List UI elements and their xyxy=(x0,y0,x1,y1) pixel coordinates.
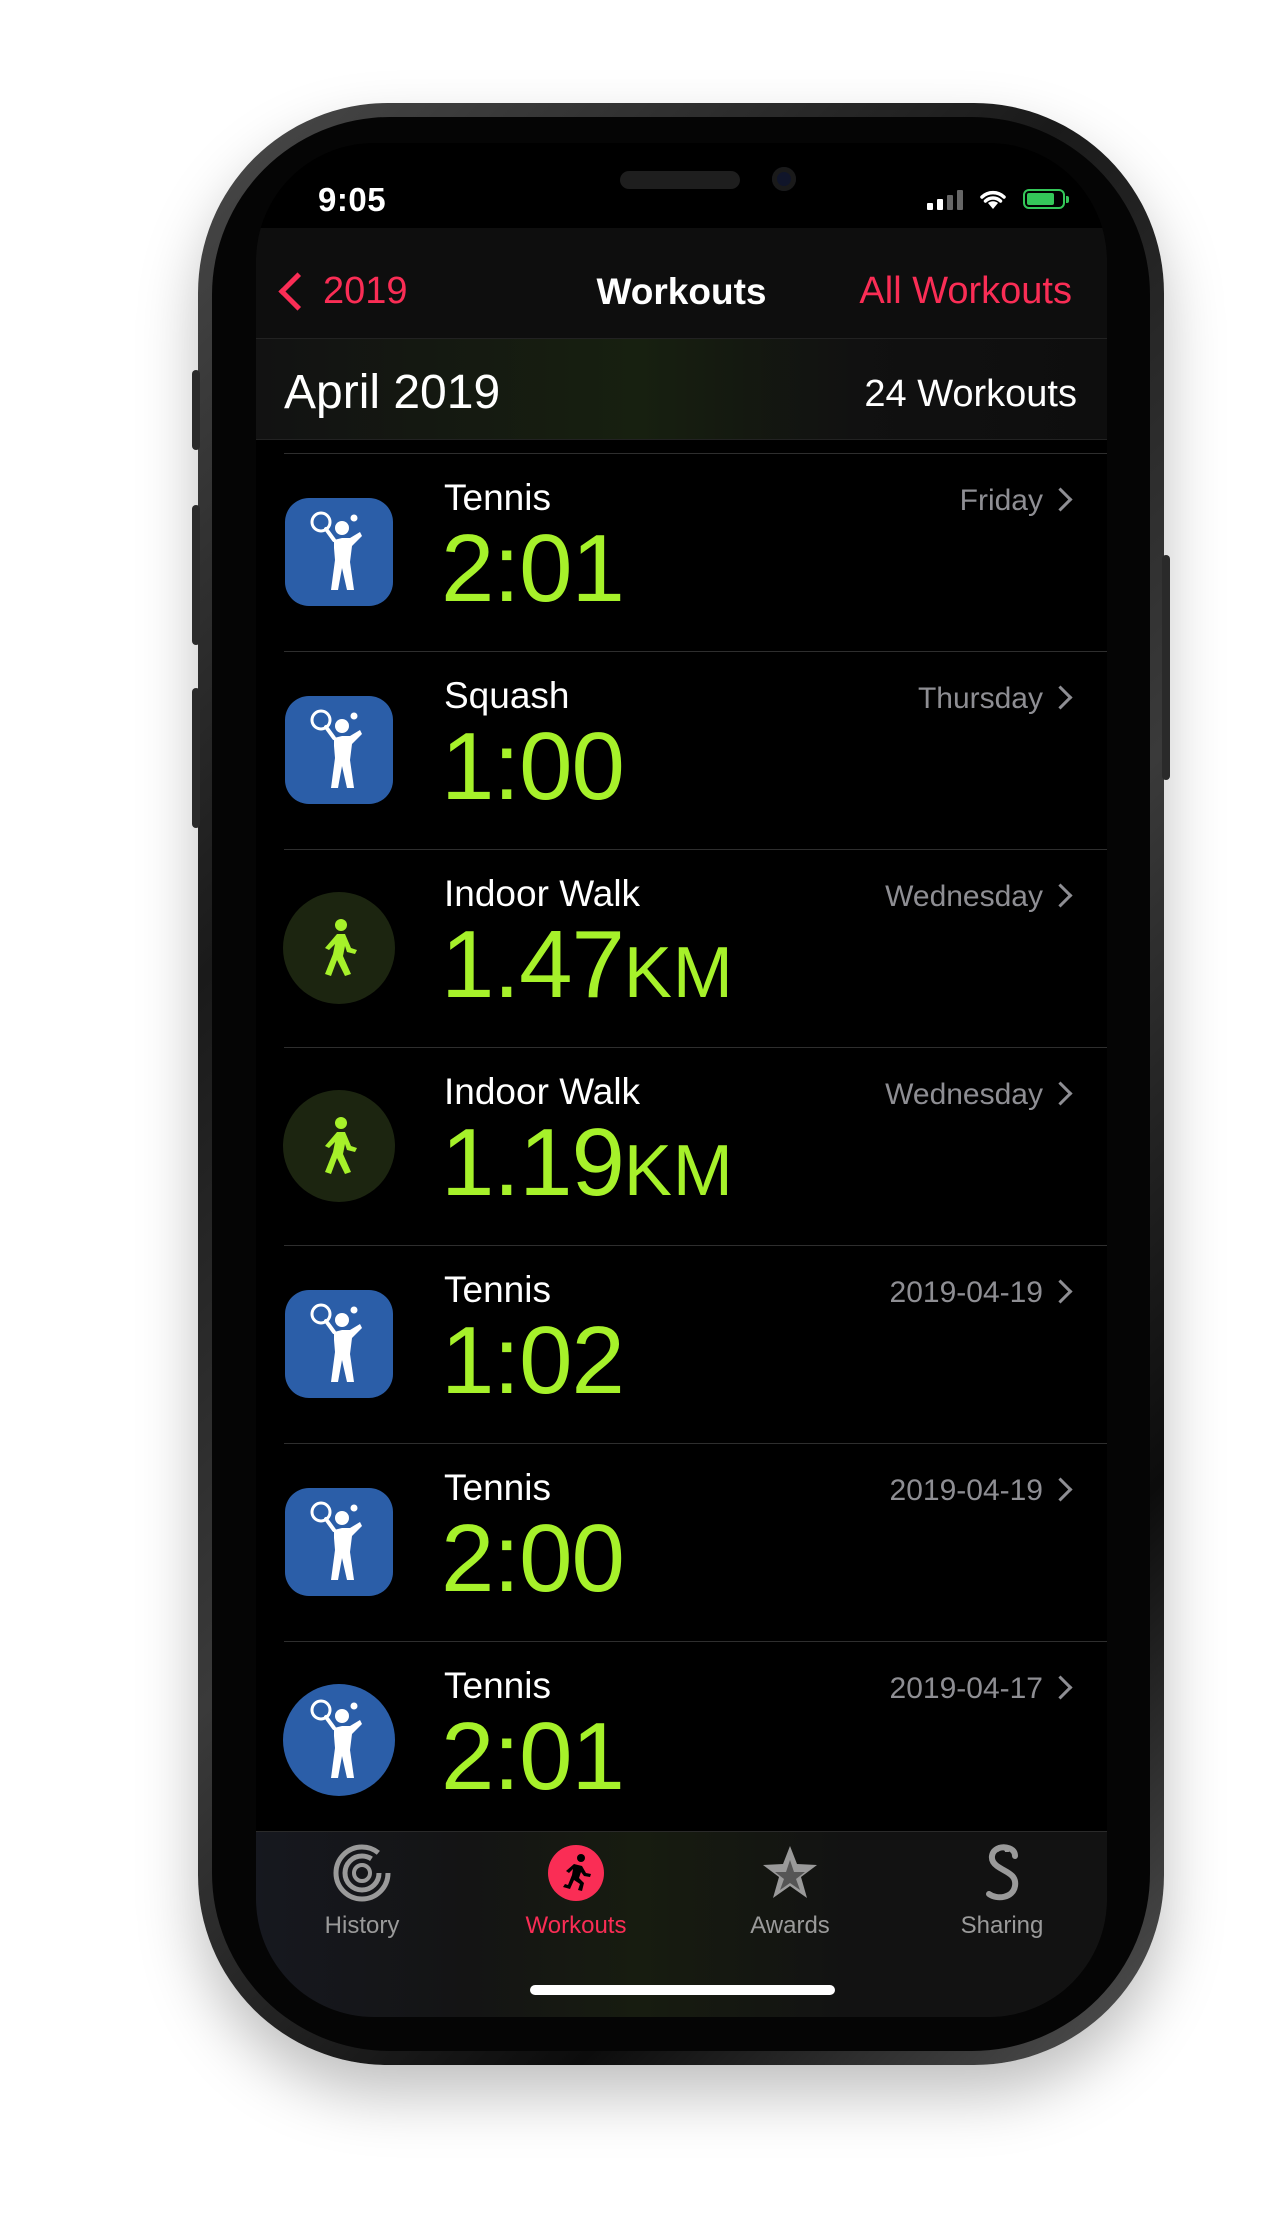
row-divider xyxy=(284,849,1107,850)
workout-date: Wednesday xyxy=(885,1078,1043,1111)
workout-icon-container xyxy=(283,496,395,608)
tab-bar: History Workouts Awards Sharing xyxy=(256,1831,1107,2017)
workout-metric: 1.47KM xyxy=(441,917,734,1013)
walk-icon xyxy=(283,1090,395,1202)
workout-row[interactable]: Tennis 1:02 2019-04-19 xyxy=(256,1245,1107,1443)
chevron-right-icon xyxy=(1048,685,1073,710)
tennis-icon xyxy=(285,1488,393,1596)
home-indicator[interactable] xyxy=(530,1985,835,1995)
tab-label: Sharing xyxy=(960,1912,1044,1939)
workout-metric-unit: KM xyxy=(623,1131,734,1211)
workout-name: Tennis xyxy=(444,1665,551,1706)
workout-metric: 2:00 xyxy=(441,1511,625,1607)
month-section-header: April 2019 24 Workouts xyxy=(256,338,1107,440)
workout-list: Tennis 2:01 Friday Squash 1:00 Thursday Indoor… xyxy=(256,453,1107,1839)
workout-icon-container xyxy=(283,1684,395,1796)
navigation-bar: 2019 Workouts All Workouts xyxy=(256,228,1107,338)
status-bar: 9:05 xyxy=(256,143,1107,228)
workout-metric-value: 2:00 xyxy=(441,1505,625,1612)
all-workouts-button[interactable]: All Workouts xyxy=(859,270,1072,313)
workout-row[interactable]: Indoor Walk 1.19KM Wednesday xyxy=(256,1047,1107,1245)
workout-icon-container xyxy=(283,892,395,1004)
workout-name: Indoor Walk xyxy=(444,1071,641,1112)
workout-name: Squash xyxy=(444,675,570,716)
tab-history[interactable]: History xyxy=(256,1842,468,1940)
squash-icon xyxy=(285,696,393,804)
workout-row[interactable]: Tennis 2:00 2019-04-19 xyxy=(256,1443,1107,1641)
workout-icon-container xyxy=(283,1090,395,1202)
row-divider xyxy=(284,1641,1107,1642)
workout-metric-unit: KM xyxy=(623,933,734,1013)
sharing-icon xyxy=(971,1842,1033,1904)
workout-row[interactable]: Tennis 2:01 2019-04-17 xyxy=(256,1641,1107,1839)
workout-name: Tennis xyxy=(444,477,551,518)
workout-metric-value: 1.19 xyxy=(441,1109,625,1216)
tab-label: Workouts xyxy=(525,1912,627,1939)
tab-label: Awards xyxy=(750,1912,830,1939)
workout-metric-value: 2:01 xyxy=(441,1703,625,1810)
row-divider xyxy=(284,1047,1107,1048)
phone-screen: 9:05 2019 Workouts All Workouts April 20… xyxy=(256,143,1107,2017)
workout-metric: 2:01 xyxy=(441,521,625,617)
workout-date: Thursday xyxy=(917,682,1043,715)
section-workout-count: 24 Workouts xyxy=(864,373,1077,415)
workout-date: Wednesday xyxy=(885,880,1043,913)
workout-metric: 2:01 xyxy=(441,1709,625,1805)
workout-metric-value: 1:00 xyxy=(441,713,625,820)
volume-down-button xyxy=(192,688,200,828)
history-rings-icon xyxy=(331,1842,393,1904)
workout-metric-value: 1.47 xyxy=(441,911,625,1018)
tennis-icon xyxy=(285,498,393,606)
cellular-signal-icon xyxy=(927,188,963,210)
row-divider xyxy=(284,651,1107,652)
wifi-icon xyxy=(980,190,1006,209)
workout-metric-value: 2:01 xyxy=(441,515,625,622)
tab-workouts[interactable]: Workouts xyxy=(470,1842,682,1940)
chevron-right-icon xyxy=(1048,487,1073,512)
workout-date: Friday xyxy=(959,484,1043,517)
star-award-icon xyxy=(759,1842,821,1904)
volume-up-button xyxy=(192,505,200,645)
chevron-right-icon xyxy=(1048,883,1073,908)
workout-metric: 1.19KM xyxy=(441,1115,734,1211)
mute-switch xyxy=(192,370,200,450)
tab-awards[interactable]: Awards xyxy=(684,1842,896,1940)
tennis-icon xyxy=(285,1290,393,1398)
workout-name: Tennis xyxy=(444,1467,551,1508)
row-divider xyxy=(284,453,1107,454)
walk-icon xyxy=(283,892,395,1004)
chevron-right-icon xyxy=(1048,1675,1073,1700)
workout-icon-container xyxy=(283,1288,395,1400)
status-time: 9:05 xyxy=(318,181,387,218)
workout-metric: 1:02 xyxy=(441,1313,625,1409)
runner-icon xyxy=(545,1842,607,1904)
workout-date: 2019-04-19 xyxy=(889,1474,1043,1507)
workout-row[interactable]: Squash 1:00 Thursday xyxy=(256,651,1107,849)
section-month: April 2019 xyxy=(284,366,501,419)
chevron-right-icon xyxy=(1048,1279,1073,1304)
tab-sharing[interactable]: Sharing xyxy=(896,1842,1107,1940)
workout-icon-container xyxy=(283,694,395,806)
workout-name: Indoor Walk xyxy=(444,873,641,914)
workout-row[interactable]: Indoor Walk 1.47KM Wednesday xyxy=(256,849,1107,1047)
chevron-right-icon xyxy=(1048,1081,1073,1106)
tab-label: History xyxy=(324,1912,400,1939)
workout-metric: 1:00 xyxy=(441,719,625,815)
workout-icon-container xyxy=(283,1486,395,1598)
row-divider xyxy=(284,1443,1107,1444)
chevron-right-icon xyxy=(1048,1477,1073,1502)
tennis-icon xyxy=(283,1684,395,1796)
workout-date: 2019-04-17 xyxy=(889,1672,1043,1705)
row-divider xyxy=(284,1245,1107,1246)
workout-date: 2019-04-19 xyxy=(889,1276,1043,1309)
power-button xyxy=(1162,555,1170,780)
battery-charging-icon xyxy=(1023,189,1069,209)
workout-name: Tennis xyxy=(444,1269,551,1310)
workout-row[interactable]: Tennis 2:01 Friday xyxy=(256,453,1107,651)
status-icons xyxy=(927,187,1069,211)
workout-metric-value: 1:02 xyxy=(441,1307,625,1414)
